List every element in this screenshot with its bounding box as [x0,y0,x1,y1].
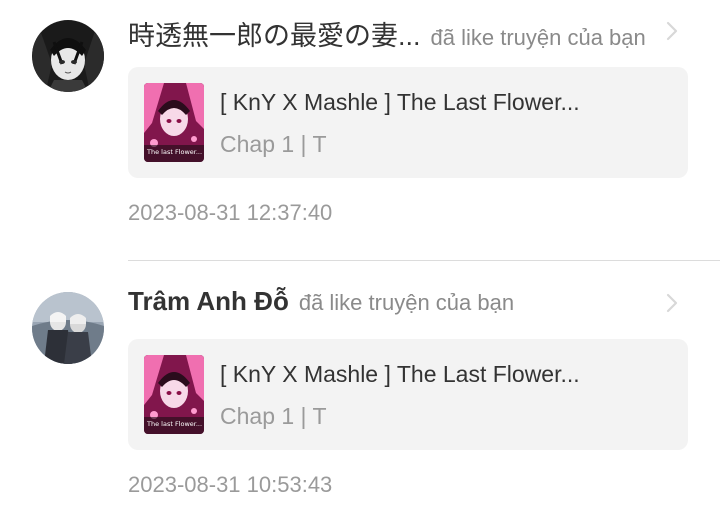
user-avatar[interactable] [32,20,104,92]
story-card[interactable]: The last Flower... [ KnY X Mashle ] The … [128,339,688,450]
notification-feed: 時透無一郎の最愛の妻... đã like truyện của bạn The… [0,0,720,516]
username[interactable]: 時透無一郎の最愛の妻... [128,14,421,52]
story-chapter-info: Chap 1 | T [220,131,327,157]
two-figures-avatar-icon [32,292,104,364]
story-title[interactable]: [ KnY X Mashle ] The Last Flower... [220,89,580,116]
notification-title: Trâm Anh Đỗ đã like truyện của bạn [128,286,673,324]
notification-item[interactable]: Trâm Anh Đỗ đã like truyện của bạn The l… [0,272,720,516]
timestamp: 2023-08-31 10:53:43 [128,472,333,497]
story-chapter-info: Chap 1 | T [220,403,327,429]
notification-item[interactable]: 時透無一郎の最愛の妻... đã like truyện của bạn The… [0,0,720,250]
story-card[interactable]: The last Flower... [ KnY X Mashle ] The … [128,67,688,178]
notification-title: 時透無一郎の最愛の妻... đã like truyện của bạn [128,14,673,52]
divider [128,260,720,261]
cover-title-text: The last Flower... [146,420,202,428]
cover-art-icon: The last Flower... [144,355,204,434]
chevron-right-icon [666,293,678,313]
user-avatar[interactable] [32,292,104,364]
story-title[interactable]: [ KnY X Mashle ] The Last Flower... [220,361,580,388]
action-text: đã like truyện của bạn [298,290,515,315]
cover-art-icon: The last Flower... [144,83,204,162]
action-text: đã like truyện của bạn [430,25,646,50]
story-cover-image: The last Flower... [144,83,204,162]
anime-avatar-icon [32,20,104,92]
username[interactable]: Trâm Anh Đỗ [128,286,289,317]
cover-title-text: The last Flower... [146,148,202,156]
timestamp: 2023-08-31 12:37:40 [128,200,333,225]
story-cover-image: The last Flower... [144,355,204,434]
chevron-right-icon [666,21,678,41]
